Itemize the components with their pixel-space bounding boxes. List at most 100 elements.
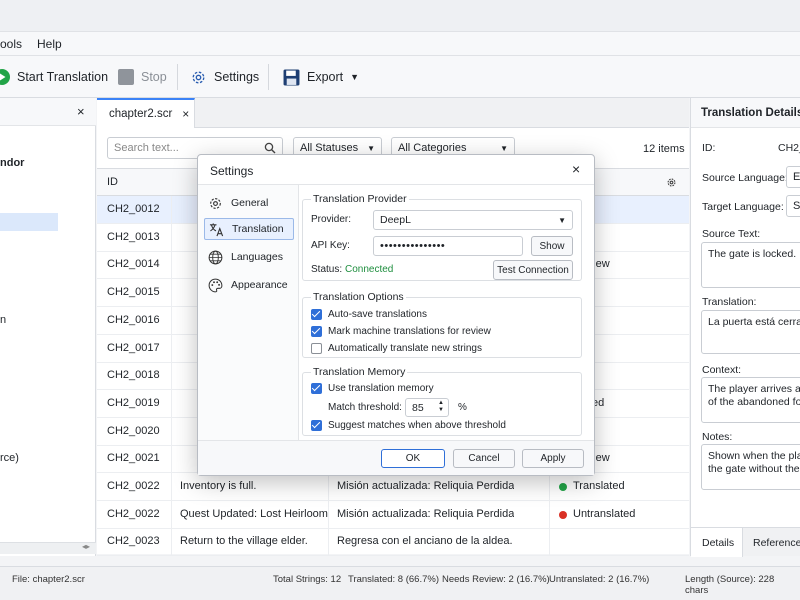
target-language-select[interactable]: Sp xyxy=(786,195,800,217)
connection-status-value: Connected xyxy=(345,264,394,275)
scroll-right-icon[interactable]: ◂▸ xyxy=(82,542,90,551)
table-row[interactable]: CH2_0023 Return to the village elder. Regr… xyxy=(97,528,689,557)
column-divider xyxy=(171,196,172,224)
gear-icon xyxy=(192,71,205,83)
suggest-matches-label: Suggest matches when above threshold xyxy=(328,420,506,431)
autosave-label: Auto-save translations xyxy=(328,309,427,320)
settings-nav: General Translation Languages Appearance xyxy=(198,185,299,440)
toolbar-separator xyxy=(268,64,269,90)
cell-source: Return to the village elder. xyxy=(180,535,308,548)
globe-icon xyxy=(208,250,223,264)
source-text-field[interactable]: The gate is locked. xyxy=(701,242,800,288)
palette-icon xyxy=(208,278,223,292)
cell-id: CH2_0017 xyxy=(107,341,160,354)
tree-item[interactable]: n xyxy=(0,314,6,326)
threshold-label: Match threshold: xyxy=(328,402,402,413)
spin-arrows-icon[interactable]: ▲ ▼ xyxy=(438,400,444,414)
stop-label: Stop xyxy=(141,70,167,84)
export-button[interactable]: Export ▼ xyxy=(283,56,359,98)
column-divider xyxy=(171,223,172,252)
notes-line: the gate without the k xyxy=(708,463,800,475)
column-header-id[interactable]: ID xyxy=(107,176,118,188)
nav-languages[interactable]: Languages xyxy=(204,246,294,268)
nav-appearance[interactable]: Appearance xyxy=(204,274,294,296)
nav-general[interactable]: General xyxy=(204,192,294,214)
translation-provider-group: Translation Provider Provider: DeepL ▼ A… xyxy=(302,193,582,281)
nav-general-label: General xyxy=(231,197,269,209)
category-filter-value: All Categories xyxy=(398,142,467,154)
table-row[interactable]: CH2_0022 Inventory is full. Misión actuali… xyxy=(97,473,689,501)
source-text-value: The gate is locked. xyxy=(708,248,797,260)
suggest-matches-checkbox[interactable] xyxy=(311,420,322,431)
cell-id: CH2_0022 xyxy=(107,480,160,492)
group-title: Translation Memory xyxy=(311,366,408,378)
tab-details[interactable]: Details xyxy=(691,528,743,557)
source-language-value: En xyxy=(793,171,800,183)
close-icon[interactable]: × xyxy=(182,107,189,121)
tree-item-selected[interactable] xyxy=(0,213,58,231)
tab-references[interactable]: References xyxy=(753,537,800,549)
export-label: Export xyxy=(307,70,344,84)
group-title: Translation Options xyxy=(311,291,406,303)
mark-for-review-checkbox[interactable] xyxy=(311,326,322,337)
nav-translation[interactable]: Translation xyxy=(204,218,294,240)
source-language-select[interactable]: En xyxy=(786,166,800,188)
start-translation-button[interactable]: Start Translation xyxy=(0,56,108,98)
translation-value: La puerta está cerrad xyxy=(708,316,800,328)
menu-bar: ools Help xyxy=(0,32,800,56)
ok-button[interactable]: OK xyxy=(381,449,445,468)
status-translated: Translated: 8 (66.7%) xyxy=(348,574,439,585)
status-dot-icon xyxy=(559,483,567,491)
api-key-input[interactable]: ••••••••••••••• xyxy=(373,236,523,256)
apply-button[interactable]: Apply xyxy=(522,449,584,468)
connection-status-label: Status: xyxy=(311,264,343,275)
use-memory-checkbox[interactable] xyxy=(311,383,322,394)
provider-select[interactable]: DeepL ▼ xyxy=(373,210,573,230)
search-placeholder: Search text... xyxy=(114,142,179,154)
chevron-down-icon: ▼ xyxy=(500,143,508,153)
api-key-label: API Key: xyxy=(311,240,350,251)
context-field[interactable]: The player arrives at t of the abandoned… xyxy=(701,377,800,423)
threshold-spinbox[interactable]: 85 ▲ ▼ xyxy=(405,398,449,417)
play-icon xyxy=(0,69,10,85)
tree-item[interactable]: rce) xyxy=(0,452,19,464)
stop-button[interactable]: Stop xyxy=(118,56,167,98)
tree-item[interactable]: ndor xyxy=(0,157,24,169)
column-divider xyxy=(171,251,172,280)
test-connection-button[interactable]: Test Connection xyxy=(493,260,573,280)
cancel-button[interactable]: Cancel xyxy=(453,449,515,468)
menu-tools[interactable]: ools xyxy=(0,37,22,51)
column-divider xyxy=(171,279,172,308)
cell-translation: Misión actualizada: Reliquia Perdida xyxy=(337,507,515,520)
show-key-button[interactable]: Show xyxy=(531,236,573,256)
status-length: Length (Source): 228 chars xyxy=(685,574,775,596)
table-row[interactable]: CH2_0022 Quest Updated: Lost Heirloom Misi… xyxy=(97,500,689,529)
details-tabs: Details References xyxy=(691,527,800,557)
status-untranslated: Untranslated: 2 (16.7%) xyxy=(549,574,650,585)
nav-appearance-label: Appearance xyxy=(231,279,288,291)
notes-field[interactable]: Shown when the play the gate without the… xyxy=(701,444,800,490)
title-bar xyxy=(0,0,800,32)
target-language-value: Sp xyxy=(793,200,800,212)
auto-translate-checkbox[interactable] xyxy=(311,343,322,354)
close-icon[interactable]: × xyxy=(77,104,85,119)
cell-id: CH2_0013 xyxy=(107,230,160,243)
column-divider xyxy=(171,306,172,335)
tab-chapter2[interactable]: chapter2.scr × xyxy=(97,98,195,128)
api-key-value: ••••••••••••••• xyxy=(380,240,446,252)
mark-for-review-label: Mark machine translations for review xyxy=(328,326,491,337)
horizontal-scrollbar[interactable]: ◂▸ xyxy=(0,542,96,554)
gear-icon[interactable] xyxy=(666,177,677,188)
column-divider xyxy=(171,334,172,363)
menu-help[interactable]: Help xyxy=(37,37,62,51)
translate-icon xyxy=(209,222,224,236)
translation-field[interactable]: La puerta está cerrad xyxy=(701,310,800,354)
translation-label: Translation: xyxy=(702,296,757,308)
panel-title: Translation Details xyxy=(701,107,800,119)
cell-id: CH2_0014 xyxy=(107,258,160,271)
settings-button[interactable]: Settings xyxy=(190,56,259,98)
autosave-checkbox[interactable] xyxy=(311,309,322,320)
column-divider xyxy=(549,500,550,529)
column-divider xyxy=(171,473,172,501)
close-icon[interactable]: × xyxy=(572,161,580,177)
